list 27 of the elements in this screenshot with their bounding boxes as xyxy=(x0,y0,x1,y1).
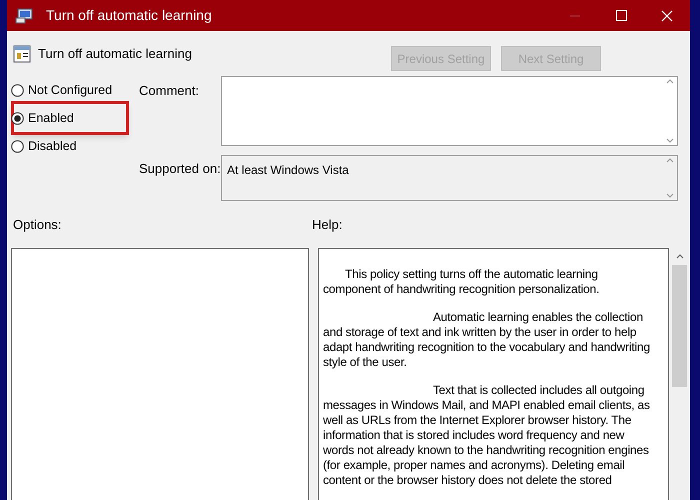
policy-setting-icon xyxy=(13,45,31,63)
scroll-down-icon[interactable] xyxy=(666,138,674,143)
help-paragraph: Text that is collected includes all outgoing messages in Windows Mail, and MAPI enabled email clients, as well as URLs from the Internet Explorer browser history. The information that is stored includes word frequency and new words not already known to the handwriting recognition engines (for example, proper names and acronyms). Deleting email content or the browser history does not delete the stored xyxy=(323,382,651,488)
close-icon xyxy=(661,10,673,22)
help-paragraph: Automatic learning enables the collection and storage of text and ink written by the user in order to help adapt handwriting recognition to the vocabulary and handwriting style of the user. xyxy=(323,310,651,370)
scrollbar-thumb[interactable] xyxy=(672,264,687,386)
help-paragraph: This policy setting turns off the automatic learning component of handwriting recognition personalization. xyxy=(323,266,600,296)
window-title: Turn off automatic learning xyxy=(46,6,212,25)
minimize-icon xyxy=(570,14,580,16)
computer-icon xyxy=(15,8,33,24)
radio-option[interactable]: Not Configured xyxy=(11,80,112,100)
scroll-up-icon[interactable] xyxy=(666,79,674,84)
radio-button-icon[interactable] xyxy=(11,140,24,152)
options-label: Options: xyxy=(12,216,62,234)
supported-on-value: At least Windows Vista xyxy=(226,162,349,179)
setting-name: Turn off automatic learning xyxy=(38,45,192,63)
maximize-icon xyxy=(616,10,626,21)
radio-option[interactable]: Disabled xyxy=(11,136,77,156)
radio-option[interactable]: Enabled xyxy=(11,108,74,128)
scroll-up-icon[interactable] xyxy=(666,158,674,163)
comment-field[interactable] xyxy=(221,76,678,146)
radio-button-icon[interactable] xyxy=(11,84,24,96)
scroll-up-icon[interactable] xyxy=(676,254,684,258)
supported-on-label: Supported on: xyxy=(138,160,221,178)
comment-label: Comment: xyxy=(138,82,200,100)
scroll-down-icon[interactable] xyxy=(666,193,674,198)
help-label: Help: xyxy=(312,216,342,234)
